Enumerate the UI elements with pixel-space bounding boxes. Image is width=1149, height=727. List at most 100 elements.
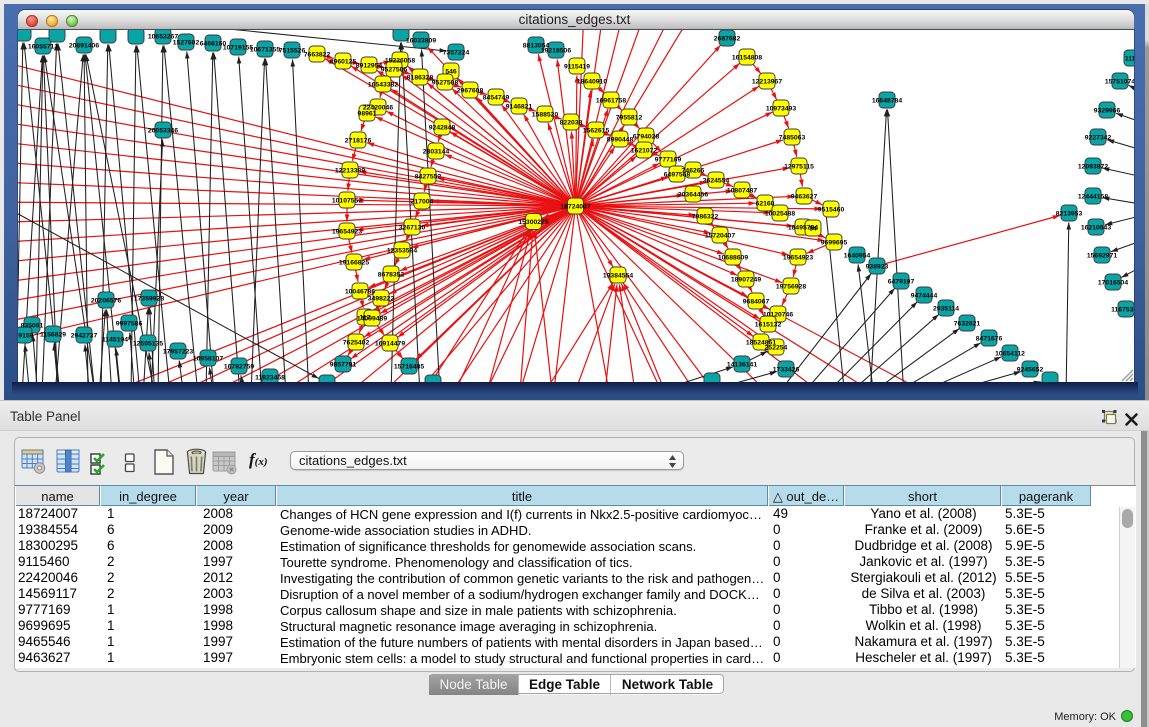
svg-text:15716485: 15716485 [394,363,424,370]
svg-text:9146821: 9146821 [506,103,533,110]
svg-text:9699695: 9699695 [821,239,848,246]
svg-text:11675313: 11675313 [1111,306,1134,313]
svg-text:62160: 62160 [756,200,775,207]
svg-text:12444158: 12444158 [1078,193,1108,200]
svg-text:2942737: 2942737 [71,332,98,339]
svg-text:1588520: 1588520 [532,111,559,118]
svg-text:17016504: 17016504 [1098,279,1128,286]
svg-text:19166825: 19166825 [339,259,369,266]
svg-text:2935114: 2935114 [933,305,959,312]
svg-text:9474444: 9474444 [911,292,938,299]
svg-text:217004: 217004 [411,198,434,205]
svg-text:1615132: 1615132 [755,321,782,328]
svg-text:18640910: 18640910 [577,78,607,85]
svg-text:1733426: 1733426 [773,366,800,373]
svg-text:15692971: 15692971 [1087,252,1117,259]
svg-text:16782759: 16782759 [224,363,254,370]
svg-text:8471676: 8471676 [976,335,1003,342]
svg-text:10958107: 10958107 [193,355,223,362]
svg-text:8678352: 8678352 [378,271,405,278]
svg-text:12505135: 12505135 [133,340,163,347]
svg-text:9227342: 9227342 [1085,134,1112,141]
svg-text:20206576: 20206576 [91,297,121,304]
svg-text:16648784: 16648784 [872,97,902,104]
svg-text:1112: 1112 [1125,55,1134,62]
svg-text:9997586: 9997586 [116,320,143,327]
svg-text:9245652: 9245652 [1017,366,1044,373]
svg-text:10719155: 10719155 [223,44,253,51]
svg-text:9684067: 9684067 [743,298,770,305]
svg-text:9463627: 9463627 [791,193,818,200]
svg-text:84: 84 [809,225,817,232]
svg-text:1145194: 1145194 [102,336,128,343]
svg-text:9777169: 9777169 [655,156,682,163]
svg-text:19218506: 19218506 [541,47,571,54]
svg-text:822038: 822038 [560,119,583,126]
svg-text:14099489: 14099489 [357,315,387,322]
svg-text:7632621: 7632621 [954,320,981,327]
svg-text:10688609: 10688609 [718,254,748,261]
svg-text:9857791: 9857791 [330,361,357,368]
svg-text:8427552: 8427552 [415,173,442,180]
svg-text:17957223: 17957223 [163,348,193,355]
svg-text:17359928: 17359928 [134,295,164,302]
svg-text:746266: 746266 [682,167,705,174]
svg-text:8186328: 8186328 [407,74,434,81]
svg-text:19384554: 19384554 [603,272,633,279]
svg-text:1527602: 1527602 [173,39,200,46]
svg-text:19654923: 19654923 [783,254,813,261]
svg-text:10120746: 10120746 [763,311,793,318]
svg-text:9527506: 9527506 [381,66,408,73]
svg-text:9329966: 9329966 [1094,107,1121,114]
svg-text:10671355: 10671355 [250,46,280,53]
svg-text:1156829: 1156829 [40,331,66,338]
svg-text:18907249: 18907249 [731,276,761,283]
svg-text:3267130: 3267130 [399,224,426,231]
svg-text:3624554: 3624554 [703,177,730,184]
svg-text:12975115: 12975115 [784,163,814,170]
svg-text:16961758: 16961758 [596,97,626,104]
svg-text:1640954: 1640954 [844,252,871,259]
svg-text:15720407: 15720407 [705,232,735,239]
svg-text:10973493: 10973493 [766,105,796,112]
svg-text:9527508: 9527508 [432,79,459,86]
svg-text:12353594: 12353594 [387,247,417,254]
svg-text:7986322: 7986322 [692,213,719,220]
svg-text:7955812: 7955812 [616,114,643,121]
svg-text:252254: 252254 [765,344,788,351]
svg-text:6479197: 6479197 [888,278,915,285]
svg-text:12213389: 12213389 [335,167,365,174]
svg-text:20053346: 20053346 [148,127,178,134]
svg-text:8960125: 8960125 [330,58,357,65]
svg-text:12213967: 12213967 [752,78,782,85]
svg-text:16914479: 16914479 [375,340,405,347]
svg-text:9242848: 9242848 [429,124,456,131]
svg-text:8213953: 8213953 [1056,210,1083,217]
svg-text:8454749: 8454749 [483,94,510,101]
svg-text:10046786: 10046786 [345,288,375,295]
svg-text:10107552: 10107552 [332,197,362,204]
svg-text:3498222: 3498222 [368,295,395,302]
svg-text:7485063: 7485063 [779,134,806,141]
svg-text:98961: 98961 [358,110,377,117]
svg-text:19654923: 19654923 [332,228,362,235]
svg-text:7625402: 7625402 [343,339,370,346]
svg-text:1621072: 1621072 [631,147,658,154]
svg-text:16210643: 16210643 [1081,224,1111,231]
svg-text:16033809: 16033809 [406,37,436,44]
svg-text:10654112: 10654112 [995,350,1025,357]
svg-text:18724007: 18724007 [560,203,590,210]
svg-text:546: 546 [445,68,457,75]
svg-text:39159: 39159 [18,332,34,339]
svg-text:11923468: 11923468 [255,374,285,381]
svg-text:8990448: 8990448 [607,136,634,143]
svg-text:9115419: 9115419 [564,63,590,70]
svg-text:15300275: 15300275 [518,219,548,226]
svg-text:6794028: 6794028 [633,133,660,140]
svg-text:10025488: 10025488 [765,210,795,217]
svg-text:9515460: 9515460 [818,206,845,213]
svg-text:2803144: 2803144 [423,148,450,155]
svg-text:2967608: 2967608 [457,87,484,94]
svg-text:16055713: 16055713 [28,43,58,50]
svg-text:15226058: 15226058 [385,57,415,64]
